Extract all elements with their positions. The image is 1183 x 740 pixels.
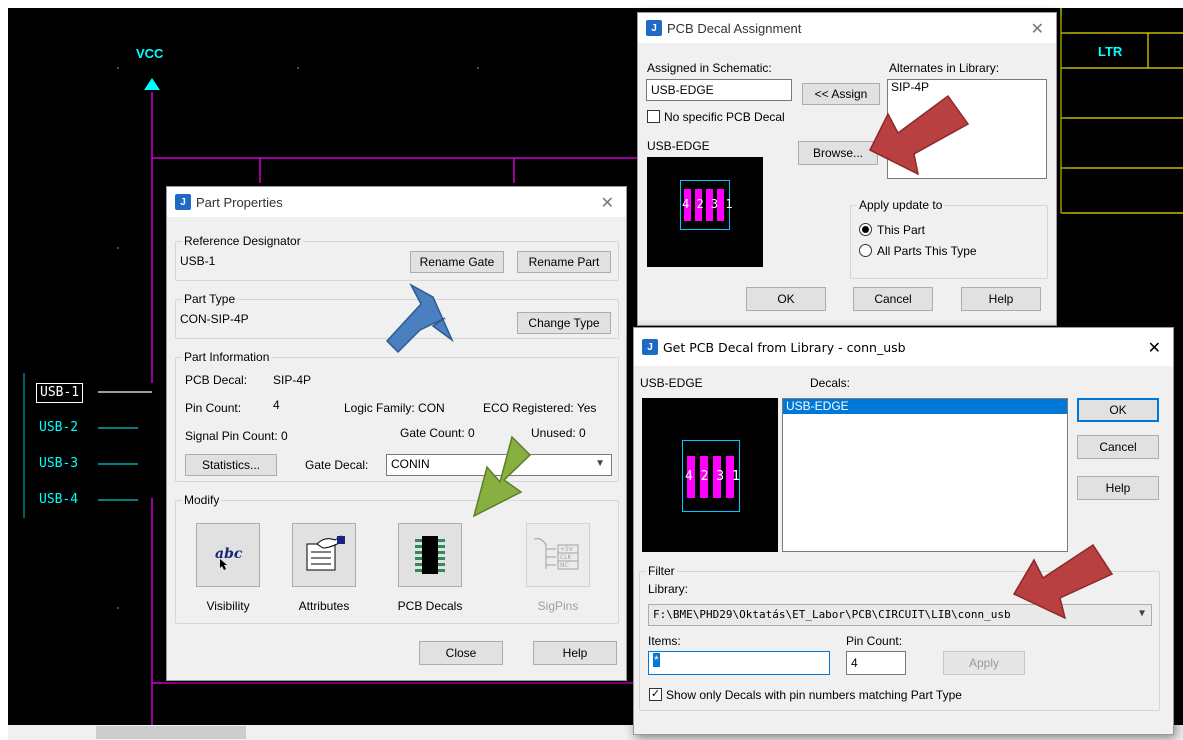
red-arrow-browse-icon — [868, 94, 970, 176]
green-arrow-icon — [472, 435, 532, 518]
annotation-arrows — [385, 94, 1114, 620]
red-arrow-library-icon — [1012, 543, 1114, 620]
blue-arrow-icon — [385, 283, 454, 354]
